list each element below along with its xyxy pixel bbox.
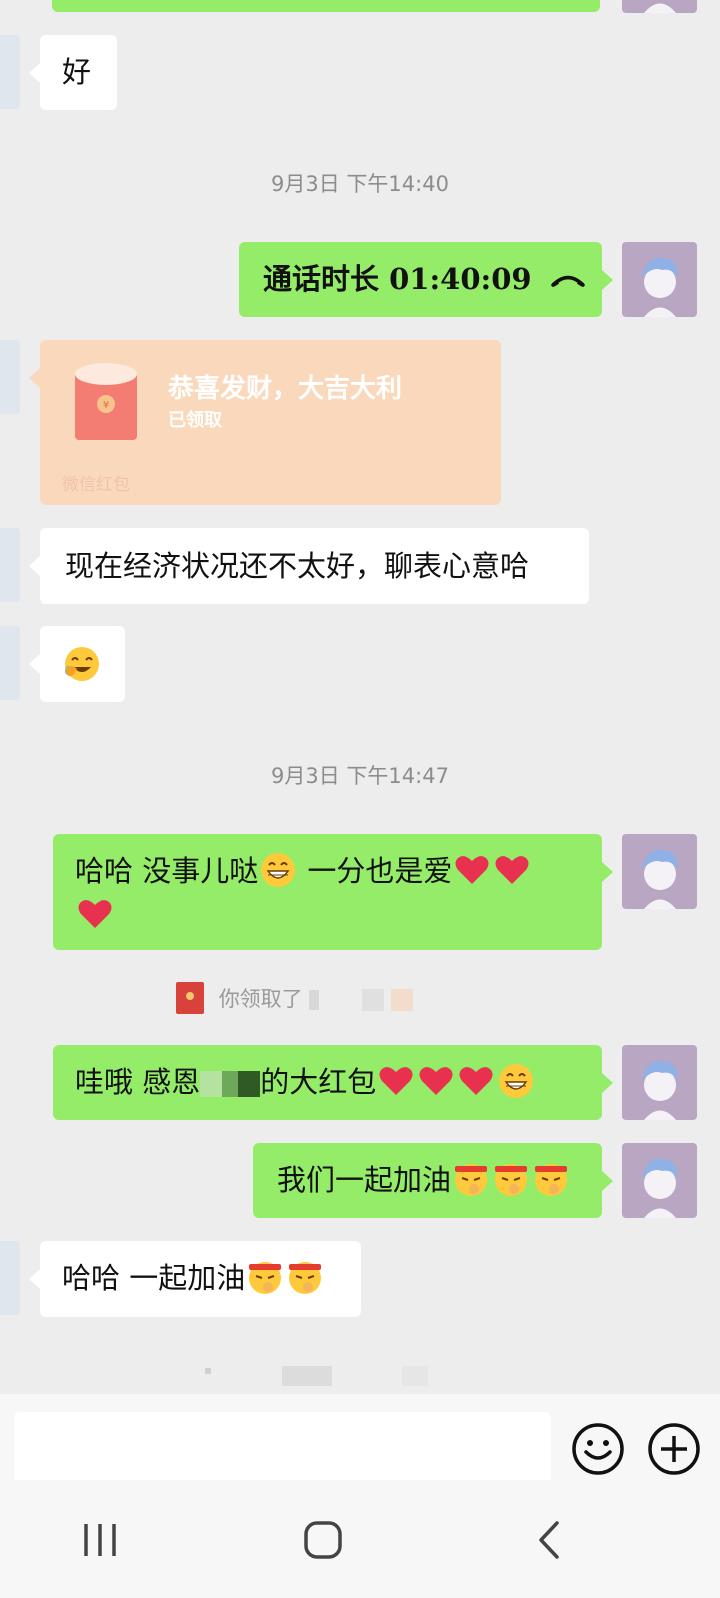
call-duration-text: 通话时长 01:40:09 xyxy=(263,262,532,296)
peer-avatar[interactable] xyxy=(0,1241,20,1315)
fighting-emoji xyxy=(249,1262,282,1294)
blurred-name xyxy=(200,1071,223,1097)
incoming-message[interactable]: 现在经济状况还不太好，聊表心意哈 xyxy=(29,528,589,604)
my-avatar[interactable] xyxy=(622,1045,697,1120)
blurred-name xyxy=(362,989,385,1011)
blurred-notice xyxy=(205,1368,211,1374)
recent-apps-icon[interactable] xyxy=(82,1522,118,1558)
system-nav-bar xyxy=(0,1480,720,1598)
input-bar xyxy=(0,1394,720,1486)
message-input[interactable] xyxy=(14,1412,551,1486)
heart-emoji xyxy=(455,856,489,884)
message-text: 哈哈 没事儿哒 xyxy=(75,854,259,888)
grin-emoji xyxy=(499,1064,534,1098)
message-text: 好 xyxy=(62,55,92,89)
grin-emoji xyxy=(261,853,296,887)
my-avatar[interactable] xyxy=(622,1143,697,1218)
notice-text: 你领取了 xyxy=(218,987,303,1011)
laugh-cry-emoji xyxy=(65,647,99,681)
heart-emoji xyxy=(459,1067,493,1095)
blurred-notice xyxy=(282,1366,332,1386)
outgoing-message[interactable]: 哈哈 没事儿哒 一分也是爱 xyxy=(53,834,613,950)
call-record-bubble[interactable]: 通话时长 01:40:09 xyxy=(239,242,613,317)
fighting-emoji xyxy=(495,1164,528,1196)
message-text: 现在经济状况还不太好，聊表心意哈 xyxy=(65,549,530,583)
outgoing-message[interactable]: 我们一起加油 xyxy=(253,1143,613,1218)
heart-emoji xyxy=(78,900,112,928)
red-packet-icon: ¥ xyxy=(75,363,137,440)
partial-bubble-top xyxy=(52,0,600,12)
peer-avatar[interactable] xyxy=(0,35,20,109)
fighting-emoji xyxy=(289,1262,322,1294)
plus-button-icon[interactable] xyxy=(647,1422,701,1476)
fighting-emoji xyxy=(535,1164,568,1196)
blurred-notice xyxy=(402,1366,428,1386)
home-icon[interactable] xyxy=(304,1521,342,1559)
heart-emoji xyxy=(379,1067,413,1095)
message-text: 哇哦 感恩 xyxy=(75,1065,201,1099)
peer-avatar[interactable] xyxy=(0,528,20,602)
back-icon[interactable] xyxy=(537,1521,561,1559)
my-avatar[interactable] xyxy=(622,0,697,13)
blurred-name xyxy=(309,990,320,1010)
heart-emoji xyxy=(419,1067,453,1095)
red-packet-card[interactable]: ¥ 恭喜发财，大吉大利 已领取 微信红包 xyxy=(29,340,501,505)
incoming-message[interactable]: 好 xyxy=(29,35,117,110)
blurred-name xyxy=(390,989,413,1011)
timestamp: 9月3日 下午14:47 xyxy=(271,764,449,788)
timestamp: 9月3日 下午14:40 xyxy=(271,172,449,196)
svg-text:¥: ¥ xyxy=(103,400,109,411)
peer-avatar[interactable] xyxy=(0,340,20,414)
red-packet-footer: 微信红包 xyxy=(62,475,130,495)
emoji-button-icon[interactable] xyxy=(571,1422,625,1476)
message-text: 的大红包 xyxy=(260,1065,377,1099)
my-avatar[interactable] xyxy=(622,242,697,317)
blurred-name xyxy=(238,1071,261,1097)
message-text: 我们一起加油 xyxy=(277,1163,452,1197)
my-avatar[interactable] xyxy=(622,834,697,909)
heart-emoji xyxy=(495,856,529,884)
fighting-emoji xyxy=(455,1164,488,1196)
peer-avatar[interactable] xyxy=(0,626,20,700)
outgoing-message[interactable]: 哇哦 感恩 的大红包 xyxy=(53,1045,613,1120)
message-text: 哈哈 一起加油 xyxy=(62,1261,246,1295)
blurred-name xyxy=(222,1071,239,1097)
red-packet-status: 已领取 xyxy=(168,410,222,431)
red-packet-notice: 你领取了 xyxy=(176,982,413,1016)
red-packet-icon xyxy=(176,982,204,1014)
message-text: 一分也是爱 xyxy=(298,854,453,888)
incoming-message[interactable]: 哈哈 一起加油 xyxy=(29,1241,361,1317)
incoming-message[interactable] xyxy=(29,626,125,702)
phone-hangup-icon xyxy=(550,275,585,287)
red-packet-title: 恭喜发财，大吉大利 xyxy=(168,374,403,404)
